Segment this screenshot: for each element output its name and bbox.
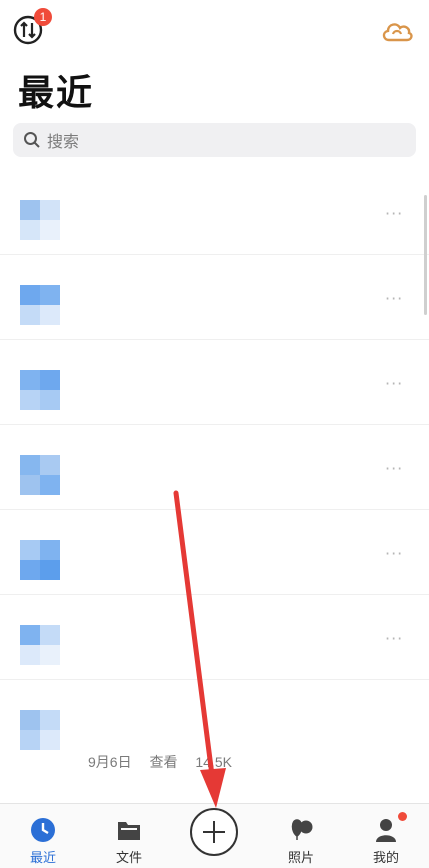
file-name-pixelated xyxy=(80,352,280,412)
cloud-icon xyxy=(382,23,413,42)
file-thumbnail xyxy=(20,540,60,580)
file-name-pixelated xyxy=(80,437,280,497)
more-options-button[interactable]: ··· xyxy=(385,459,403,478)
file-name-pixelated xyxy=(80,692,280,752)
file-name-pixelated xyxy=(80,522,280,582)
list-item[interactable]: ··· xyxy=(0,340,429,425)
search-placeholder: 搜索 xyxy=(47,132,80,151)
file-date: 9月6日 xyxy=(88,754,132,770)
file-thumbnail xyxy=(20,200,60,240)
more-options-button[interactable]: ··· xyxy=(385,544,403,563)
person-icon xyxy=(376,819,396,842)
list-item[interactable]: ··· xyxy=(0,510,429,595)
tab-label: 最近 xyxy=(29,851,56,866)
more-options-button[interactable]: ··· xyxy=(385,629,403,648)
file-action: 查看 xyxy=(149,754,178,770)
file-name-pixelated xyxy=(80,267,280,327)
tab-label: 我的 xyxy=(372,851,399,866)
more-options-button[interactable]: ··· xyxy=(385,204,403,223)
folder-icon xyxy=(118,822,140,840)
page-title: 最近 xyxy=(18,73,95,114)
file-thumbnail xyxy=(20,455,60,495)
clock-icon xyxy=(31,818,55,842)
list-item[interactable]: ··· xyxy=(0,255,429,340)
top-bar: 1 xyxy=(0,0,429,56)
file-meta: 9月6日 查看 14.5K xyxy=(88,752,246,772)
tab-photos[interactable]: 照片 xyxy=(258,804,344,868)
add-button[interactable] xyxy=(190,808,238,856)
search-icon xyxy=(24,132,40,148)
file-name-pixelated xyxy=(80,182,280,242)
file-name-pixelated xyxy=(80,607,280,667)
recent-file-list: ··· ··· ··· ··· ··· ··· xyxy=(0,170,429,800)
notification-badge: 1 xyxy=(34,8,52,26)
file-thumbnail xyxy=(20,285,60,325)
list-item[interactable]: ··· xyxy=(0,425,429,510)
list-item[interactable]: ··· xyxy=(0,595,429,680)
photo-balloon-icon xyxy=(291,819,313,840)
cloud-button[interactable] xyxy=(380,16,414,44)
more-options-button[interactable]: ··· xyxy=(385,374,403,393)
search-bar[interactable]: 搜索 xyxy=(13,123,416,157)
list-item[interactable] xyxy=(0,680,429,800)
scrollbar[interactable] xyxy=(424,195,427,315)
file-thumbnail xyxy=(20,710,60,750)
more-options-button[interactable]: ··· xyxy=(385,289,403,308)
file-thumbnail xyxy=(20,370,60,410)
tab-mine[interactable]: 我的 xyxy=(343,804,429,868)
file-size: 14.5K xyxy=(195,754,232,770)
list-item[interactable]: ··· xyxy=(0,170,429,255)
tab-recent[interactable]: 最近 xyxy=(0,804,86,868)
tab-files[interactable]: 文件 xyxy=(86,804,172,868)
notification-dot xyxy=(398,812,407,821)
tab-label: 文件 xyxy=(115,851,142,866)
tab-label: 照片 xyxy=(287,851,314,866)
file-thumbnail xyxy=(20,625,60,665)
